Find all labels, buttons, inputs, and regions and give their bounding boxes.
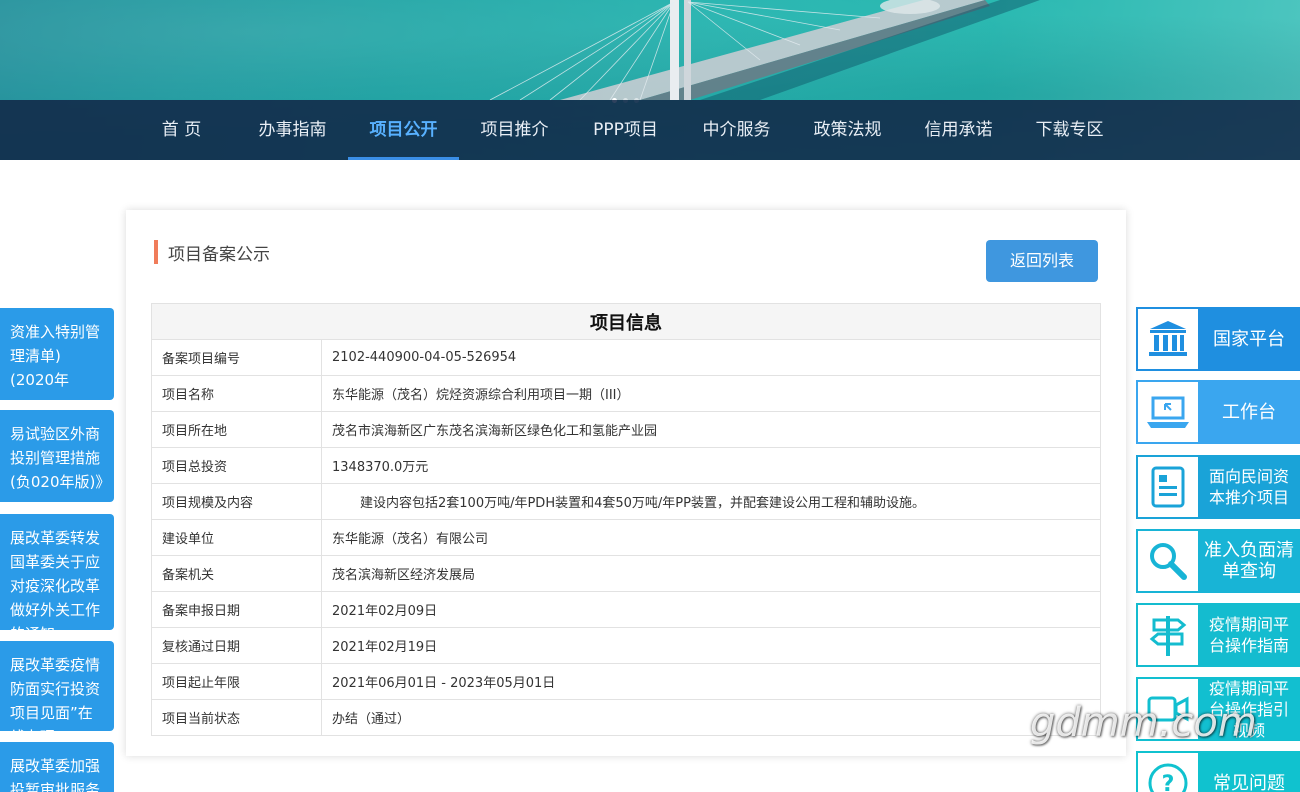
field-label: 复核通过日期 [151, 627, 322, 664]
quick-link-faq[interactable]: ? 常见问题 [1136, 751, 1300, 792]
field-value: 东华能源（茂名）有限公司 [321, 519, 1101, 556]
main-nav: 首 页办事指南 项目公开 项目推介 PPP项目 中介服务 政策法规 信用承诺 下载专区 [0, 100, 1300, 160]
document-icon [1138, 457, 1198, 517]
table-row: 复核通过日期 2021年02月19日 [151, 627, 1101, 664]
side-news-item[interactable]: 资准入特别管理清单)(2020年 [0, 308, 114, 400]
government-building-icon [1138, 309, 1198, 369]
quick-link-label: 国家平台 [1198, 309, 1300, 369]
table-row: 备案申报日期 2021年02月09日 [151, 591, 1101, 628]
side-news-item[interactable]: 展改革委疫情防面实行投资项目见面”在线办理 [0, 641, 114, 731]
side-news-text: 易试验区外商投别管理措施(负020年版)》 [10, 425, 111, 491]
quick-link-private-capital[interactable]: 面向民间资本推介项目 [1136, 455, 1300, 519]
field-value: 办结（通过） [321, 699, 1101, 736]
nav-item[interactable]: 项目公开 [348, 100, 459, 160]
field-value: 2021年06月01日 - 2023年05月01日 [321, 663, 1101, 700]
field-label: 备案项目编号 [151, 339, 322, 376]
side-news-item[interactable]: 易试验区外商投别管理措施(负020年版)》 [0, 410, 114, 502]
table-title: 项目信息 [151, 303, 1101, 340]
card-title: 项目备案公示 [154, 240, 270, 265]
nav-item[interactable]: 政策法规 [792, 100, 903, 160]
table-row: 项目起止年限 2021年06月01日 - 2023年05月01日 [151, 663, 1101, 700]
field-label: 项目规模及内容 [151, 483, 322, 520]
watermark-logo: gdmm.com [1030, 700, 1257, 746]
project-record-card: 项目备案公示 返回列表 项目信息 备案项目编号 2102-440900-04-05… [126, 210, 1126, 756]
table-row: 备案机关 茂名滨海新区经济发展局 [151, 555, 1101, 592]
signpost-icon [1138, 605, 1198, 665]
table-row: 项目规模及内容 建设内容包括2套100万吨/年PDH装置和4套50万吨/年PP装置… [151, 483, 1101, 520]
quick-link-label: 常见问题 [1198, 753, 1300, 792]
field-value: 茂名滨海新区经济发展局 [321, 555, 1101, 592]
side-news-text: 展改革委疫情防面实行投资项目见面”在线办理 [10, 656, 101, 731]
project-info-table: 项目信息 备案项目编号 2102-440900-04-05-526954 项目名称东… [151, 303, 1101, 736]
table-row: 项目所在地 茂名市滨海新区广东茂名滨海新区绿色化工和氢能产业园 [151, 411, 1101, 448]
field-label: 项目起止年限 [151, 663, 322, 700]
field-value: 建设内容包括2套100万吨/年PDH装置和4套50万吨/年PP装置，并配套建设公… [321, 483, 1101, 520]
card-title-text: 项目备案公示 [168, 244, 270, 265]
field-label: 项目总投资 [151, 447, 322, 484]
field-value: 2021年02月09日 [321, 591, 1101, 628]
side-news-text: 展改革委加强投暂审批服务保障 [10, 757, 101, 792]
table-row: 建设单位 东华能源（茂名）有限公司 [151, 519, 1101, 556]
svg-text:?: ? [1162, 772, 1175, 792]
table-row: 项目名称 东华能源（茂名）烷烃资源综合利用项目一期（III） [151, 375, 1101, 412]
nav-item[interactable]: 项目推介 [459, 100, 570, 160]
quick-link-label: 面向民间资本推介项目 [1198, 457, 1300, 517]
field-value: 茂名市滨海新区广东茂名滨海新区绿色化工和氢能产业园 [321, 411, 1101, 448]
quick-link-label: 工作台 [1198, 382, 1300, 442]
title-accent-bar [154, 240, 158, 264]
page: 首 页办事指南 项目公开 项目推介 PPP项目 中介服务 政策法规 信用承诺 下载专区 资准入… [0, 0, 1300, 792]
quick-link-workbench[interactable]: 工作台 [1136, 380, 1300, 444]
field-value: 1348370.0万元 [321, 447, 1101, 484]
back-to-list-button[interactable]: 返回列表 [986, 240, 1098, 282]
field-value: 2102-440900-04-05-526954 [321, 339, 1101, 376]
nav-item[interactable]: PPP项目 [570, 100, 681, 160]
field-label: 项目名称 [151, 375, 322, 412]
table-row: 项目总投资 1348370.0万元 [151, 447, 1101, 484]
quick-link-national-platform[interactable]: 国家平台 [1136, 307, 1300, 371]
side-news-text: 展改革委转发国革委关于应对疫深化改革做好外关工作的通知 [10, 529, 101, 630]
nav-item[interactable]: 下载专区 [1014, 100, 1125, 160]
side-news-text: 资准入特别管理清单)(2020年 [10, 323, 101, 389]
nav-item[interactable]: 首 页 [126, 100, 237, 160]
search-icon [1138, 531, 1198, 591]
field-value: 东华能源（茂名）烷烃资源综合利用项目一期（III） [321, 375, 1101, 412]
field-label: 备案机关 [151, 555, 322, 592]
side-news-item[interactable]: 展改革委转发国革委关于应对疫深化改革做好外关工作的通知 [0, 514, 114, 630]
field-label: 项目当前状态 [151, 699, 322, 736]
question-icon: ? [1138, 753, 1198, 792]
field-value: 2021年02月19日 [321, 627, 1101, 664]
laptop-icon [1138, 382, 1198, 442]
nav-item[interactable]: 办事指南 [237, 100, 348, 160]
nav-item[interactable]: 信用承诺 [903, 100, 1014, 160]
field-label: 项目所在地 [151, 411, 322, 448]
field-label: 备案申报日期 [151, 591, 322, 628]
quick-link-label: 疫情期间平台操作指南 [1198, 605, 1300, 665]
quick-link-label: 准入负面清单查询 [1198, 531, 1300, 591]
field-label: 建设单位 [151, 519, 322, 556]
side-news-item[interactable]: 展改革委加强投暂审批服务保障 [0, 742, 114, 792]
quick-link-epidemic-guide[interactable]: 疫情期间平台操作指南 [1136, 603, 1300, 667]
quick-link-negative-list[interactable]: 准入负面清单查询 [1136, 529, 1300, 593]
table-row: 项目当前状态 办结（通过） [151, 699, 1101, 736]
table-row: 备案项目编号 2102-440900-04-05-526954 [151, 339, 1101, 376]
nav-item[interactable]: 中介服务 [681, 100, 792, 160]
